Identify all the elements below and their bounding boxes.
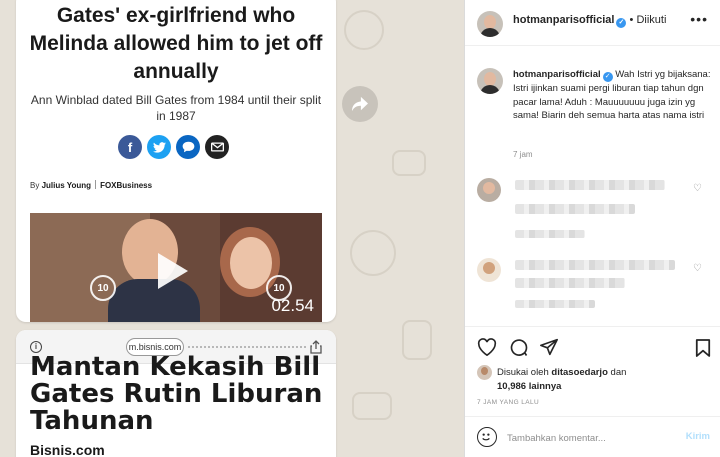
blurred-comment-meta	[515, 230, 585, 238]
fox-article-card: Gates' ex-girlfriend who Melinda allowed…	[16, 0, 336, 322]
article-subheadline: Ann Winblad dated Bill Gates from 1984 u…	[30, 93, 322, 123]
rewind-icon[interactable]: 10	[90, 275, 116, 301]
like-icon[interactable]	[477, 338, 497, 356]
background-doodle	[392, 150, 426, 176]
article-headline: Mantan Kekasih Bill Gates Rutin Liburan …	[30, 352, 323, 436]
loading-progress	[188, 346, 306, 348]
video-thumbnail: 10 10 02.54	[30, 213, 322, 322]
post-caption: hotmanparisofficial ✓ Wah Istri yg bijaks…	[513, 68, 713, 123]
liked-by-user-link[interactable]: ditasoedarjo	[551, 367, 608, 378]
blurred-comment	[515, 204, 635, 214]
comment-input[interactable]	[507, 429, 677, 447]
bisnis-article-card: i m.bisnis.com Mantan Kekasih Bill Gates…	[16, 330, 336, 457]
avatar[interactable]	[477, 258, 501, 282]
avatar[interactable]	[477, 11, 503, 37]
background-doodle	[350, 230, 396, 276]
divider	[465, 416, 720, 417]
comment-like-icon[interactable]: ♡	[693, 263, 702, 274]
comment-icon[interactable]	[509, 338, 529, 358]
facebook-icon: f	[118, 135, 142, 159]
caption-time: 7 jam	[513, 150, 533, 159]
play-icon[interactable]	[158, 253, 188, 289]
background-doodle	[402, 320, 432, 360]
background-doodle	[344, 10, 384, 50]
divider	[465, 45, 720, 46]
post-header: hotmanparisofficial ✓ • Diikuti	[513, 14, 667, 28]
avatar[interactable]	[477, 365, 492, 380]
emoji-icon[interactable]	[477, 427, 497, 447]
background-doodle	[352, 392, 392, 420]
post-comment-button[interactable]: Kirim	[686, 431, 710, 442]
follow-status-button[interactable]: Diikuti	[636, 14, 666, 26]
share-icon[interactable]	[539, 338, 559, 356]
divider	[465, 326, 720, 327]
share-forward-icon[interactable]	[342, 86, 378, 122]
username-link[interactable]: hotmanparisofficial	[513, 69, 601, 80]
username-link[interactable]: hotmanparisofficial	[513, 14, 614, 26]
blurred-comment-meta	[515, 300, 595, 308]
person-right	[230, 237, 272, 289]
author-name: Julius Young	[41, 181, 92, 190]
blurred-comment	[515, 180, 665, 190]
twitter-icon	[147, 135, 171, 159]
more-options-icon[interactable]: •••	[690, 11, 708, 27]
comment-like-icon[interactable]: ♡	[693, 183, 702, 194]
post-media: Gates' ex-girlfriend who Melinda allowed…	[0, 0, 464, 457]
outlet-name: FOXBusiness	[100, 181, 153, 190]
video-duration: 02.54	[271, 296, 314, 315]
email-icon	[205, 135, 229, 159]
blurred-comment	[515, 260, 675, 270]
verified-icon: ✓	[602, 72, 613, 82]
verified-icon: ✓	[616, 18, 627, 28]
comment-icon	[176, 135, 200, 159]
share-buttons: f	[118, 135, 229, 159]
likes-count-link[interactable]: 10,986 lainnya	[497, 381, 561, 392]
article-byline: By Julius Young FOXBusiness	[30, 180, 153, 190]
likes-summary: Disukai oleh ditasoedarjo dan 10,986 lai…	[497, 367, 627, 392]
avatar[interactable]	[477, 178, 501, 202]
blurred-comment	[515, 278, 625, 288]
avatar[interactable]	[477, 68, 503, 94]
bookmark-icon[interactable]	[695, 338, 711, 358]
article-headline: Gates' ex-girlfriend who Melinda allowed…	[29, 4, 323, 83]
post-side-panel: hotmanparisofficial ✓ • Diikuti ••• hotma…	[464, 0, 720, 457]
article-source: Bisnis.com	[30, 442, 105, 457]
post-timestamp: 7 JAM YANG LALU	[477, 399, 540, 406]
